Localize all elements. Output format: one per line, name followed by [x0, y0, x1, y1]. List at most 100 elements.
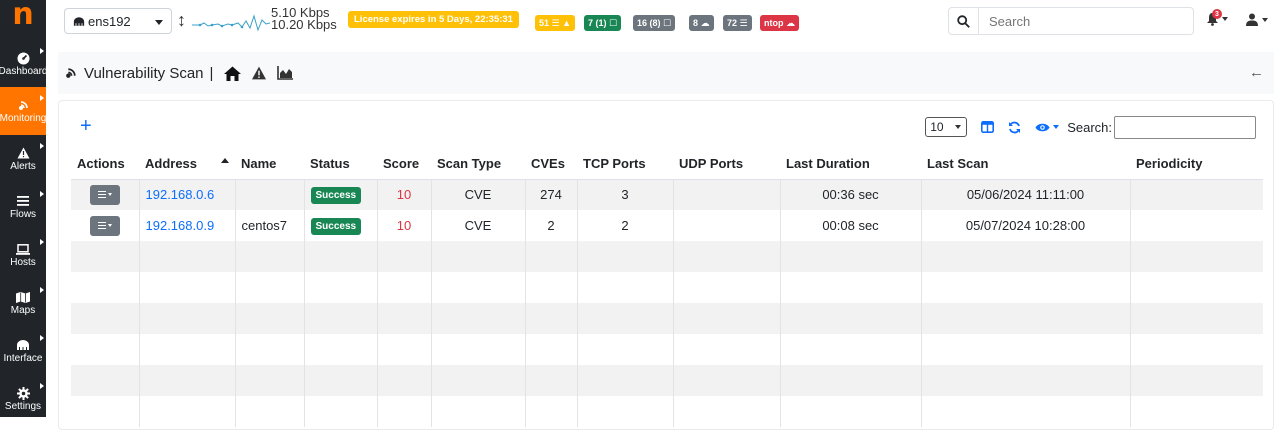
score-value: 10 [376, 179, 431, 210]
table-row: 192.168.0.6 Success 10 CVE 274 3 00:36 s… [71, 179, 1263, 210]
scan-type: CVE [430, 210, 525, 241]
column-header-address[interactable]: Address [139, 149, 235, 180]
cves-count[interactable]: 2 [524, 210, 577, 241]
table-row: 192.168.0.9 centos7 Success 10 CVE 2 2 0… [71, 210, 1263, 241]
devices-badge[interactable]: 7 (1) ☐ [584, 15, 622, 31]
chevron-right-icon [40, 287, 44, 293]
area-chart-icon[interactable] [277, 66, 294, 80]
periodicity [1129, 179, 1263, 210]
address-link[interactable]: 192.168.0.9 [138, 210, 235, 241]
hosts-badge[interactable]: 16 (8) ☐ [633, 15, 676, 31]
last-scan: 05/07/2024 10:28:00 [920, 210, 1130, 241]
interface-name: ens192 [88, 13, 131, 29]
column-header-udp-ports[interactable]: UDP Ports [673, 149, 780, 180]
sidebar-item-settings[interactable]: Settings [0, 375, 46, 423]
add-scan-button[interactable]: + [80, 116, 92, 136]
host-name [234, 179, 304, 210]
sidebar-item-dashboard[interactable]: Dashboard [0, 40, 47, 88]
refresh-icon[interactable] [1008, 121, 1021, 134]
sidebar-item-monitoring[interactable]: Monitoring [0, 87, 46, 135]
empty-row [71, 241, 1263, 272]
last-duration: 00:36 sec [779, 179, 921, 210]
global-search [948, 7, 1194, 35]
flows-badge[interactable]: 72 ☰ [723, 15, 752, 31]
udp-ports-count [672, 179, 780, 210]
column-header-last-scan[interactable]: Last Scan [921, 149, 1130, 180]
ntopng-logo[interactable]: n [0, 0, 46, 36]
chevron-right-icon [40, 383, 44, 389]
sidebar-item-maps[interactable]: Maps [0, 279, 46, 327]
alert-icon [17, 145, 30, 161]
row-actions-button[interactable] [89, 184, 120, 205]
ethernet-icon [16, 337, 30, 353]
cves-count[interactable]: 274 [524, 179, 577, 210]
laptop-icon [16, 241, 30, 257]
page-title: Vulnerability Scan [84, 64, 204, 82]
vulnerability-scan-card: + 10 Search: Actions Address Name Status… [58, 100, 1274, 430]
table-search-input[interactable] [1114, 115, 1256, 139]
chevron-right-icon [40, 95, 44, 101]
flows-icon [17, 193, 29, 209]
home-icon[interactable] [224, 66, 242, 81]
sidebar-item-interface[interactable]: Interface [0, 327, 46, 375]
address-link[interactable]: 192.168.0.6 [138, 179, 235, 210]
top-navbar: ens192 ↕ 5.10 Kbps 10.20 Kbps License ex… [46, 0, 1284, 42]
breadcrumb-separator: | [209, 64, 214, 82]
sidebar: n Dashboard Monitoring Alerts Flows Host… [0, 0, 47, 417]
notification-count: 3 [1212, 9, 1222, 19]
column-header-last-duration[interactable]: Last Duration [780, 149, 921, 180]
status-badge: Success [310, 186, 362, 204]
column-header-periodicity[interactable]: Periodicity [1130, 149, 1263, 180]
chevron-right-icon [40, 143, 44, 149]
menu-lines-icon [97, 222, 106, 229]
column-header-actions: Actions [71, 149, 139, 180]
back-arrow-icon[interactable]: ← [1249, 64, 1264, 81]
udp-ports-count [672, 210, 780, 241]
status-badge: Success [310, 217, 362, 235]
column-header-tcp-ports[interactable]: TCP Ports [577, 149, 673, 180]
column-header-cves[interactable]: CVEs [525, 149, 577, 180]
sidebar-item-flows[interactable]: Flows [0, 183, 46, 231]
ntop-cloud-badge[interactable]: ntop ☁ [760, 15, 799, 31]
chevron-right-icon [40, 335, 44, 341]
updown-arrows-icon: ↕ [177, 10, 186, 30]
chevron-down-icon [955, 125, 962, 129]
chevron-right-icon [40, 48, 44, 54]
tcp-ports-count[interactable]: 3 [576, 179, 673, 210]
search-input[interactable] [979, 8, 1191, 34]
sort-ascending-icon [221, 158, 229, 163]
chevron-down-icon [155, 20, 163, 25]
alert-icon[interactable] [251, 66, 267, 80]
column-header-score[interactable]: Score [377, 149, 431, 180]
last-duration: 00:08 sec [779, 210, 921, 241]
table-toolbar: 10 Search: [925, 115, 1256, 139]
page-length-select[interactable]: 10 [925, 117, 968, 137]
columns-icon[interactable] [981, 121, 995, 133]
search-icon[interactable] [949, 8, 979, 34]
visibility-dropdown[interactable] [1035, 122, 1060, 133]
alerts-badge[interactable]: 51 ☰ ▲ [535, 15, 575, 31]
tcp-ports-count[interactable]: 2 [576, 210, 673, 241]
user-menu-button[interactable] [1246, 13, 1268, 26]
remote-hosts-badge[interactable]: 8 ☁ [689, 15, 714, 31]
breadcrumb: Vulnerability Scan | ← [58, 52, 1274, 94]
scan-type: CVE [430, 179, 525, 210]
interface-select[interactable]: ens192 [64, 8, 172, 34]
table-search-label: Search: [1067, 119, 1112, 135]
column-header-status[interactable]: Status [304, 149, 377, 180]
chevron-down-icon [1053, 125, 1060, 129]
column-header-name[interactable]: Name [235, 149, 304, 180]
column-header-scan-type[interactable]: Scan Type [431, 149, 525, 180]
monitoring-icon [64, 66, 78, 80]
score-value: 10 [376, 210, 431, 241]
sidebar-item-hosts[interactable]: Hosts [0, 231, 46, 279]
chevron-right-icon [40, 239, 44, 245]
sidebar-item-alerts[interactable]: Alerts [0, 135, 46, 183]
dashboard-icon [17, 50, 30, 66]
host-name: centos7 [234, 210, 304, 241]
row-actions-button[interactable] [89, 215, 120, 236]
traffic-sparkline [192, 14, 270, 32]
map-icon [16, 289, 30, 305]
ethernet-icon [73, 16, 85, 26]
license-expiry-badge[interactable]: License expires in 5 Days, 22:35:31 [348, 11, 519, 28]
